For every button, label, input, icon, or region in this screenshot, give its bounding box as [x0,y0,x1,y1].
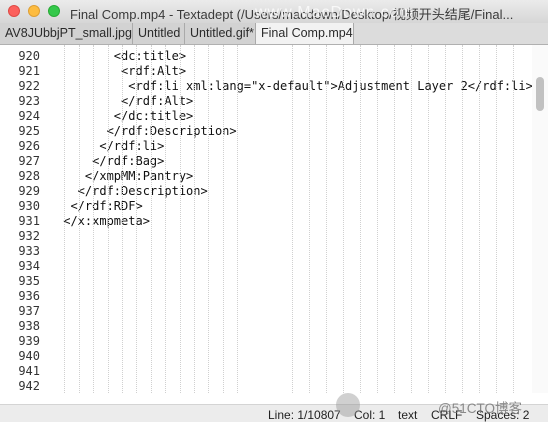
line-number: 938 [18,319,40,333]
indent-guide [136,45,137,393]
line-number: 921 [18,64,40,78]
column-guide [343,45,344,393]
column-guide [411,45,412,393]
code-line[interactable]: </xmpMM:Pantry> [56,169,193,184]
code-line[interactable]: </rdf:Description> [56,124,237,139]
tab-untitled[interactable]: Untitled [133,23,185,44]
code-line[interactable]: </rdf:li> [56,139,164,154]
column-guide [513,45,514,393]
line-number: 937 [18,304,40,318]
watermark-logo-icon [336,393,360,417]
column-guide [496,45,497,393]
code-line[interactable]: </rdf:Alt> [56,94,193,109]
line-number: 930 [18,199,40,213]
column-guide [377,45,378,393]
column-guide [428,45,429,393]
line-number: 922 [18,79,40,93]
title-bar: Final Comp.mp4 - Textadept (/Users/macdo… [0,0,548,24]
column-guide [394,45,395,393]
column-guide [292,45,293,393]
line-number: 924 [18,109,40,123]
line-number: 932 [18,229,40,243]
column-guide [309,45,310,393]
status-line: Line: 1/10807 [268,408,341,422]
indent-guide [208,45,209,393]
code-line[interactable]: </rdf:Bag> [56,154,164,169]
line-number: 928 [18,169,40,183]
column-guide [479,45,480,393]
line-number: 933 [18,244,40,258]
indent-guide [64,45,65,393]
indent-guide [180,45,181,393]
watermark-bottom: @51CTO博客 [336,391,546,422]
indent-guide [194,45,195,393]
line-number: 939 [18,334,40,348]
line-number: 925 [18,124,40,138]
line-number: 927 [18,154,40,168]
indent-guide [122,45,123,393]
code-area[interactable]: <dc:title> <rdf:Alt> <rdf:li xml:lang="x… [56,45,533,393]
vertical-scrollbar[interactable] [532,45,548,393]
tab-untitled-gif[interactable]: Untitled.gif* [185,23,256,44]
vertical-scroll-thumb[interactable] [536,77,544,111]
line-number: 936 [18,289,40,303]
editor-window: Final Comp.mp4 - Textadept (/Users/macdo… [0,0,548,422]
line-number: 941 [18,364,40,378]
tab-bar: AV8JUbbjPT_small.jpg Untitled Untitled.g… [0,23,548,45]
line-number: 935 [18,274,40,288]
indent-guide [108,45,109,393]
indent-guide [223,45,224,393]
line-number-gutter: 920 921 922 923 924 925 926 927 928 929 930 931 932 9… [0,45,56,393]
column-guide [462,45,463,393]
indent-guide [79,45,80,393]
indent-guide [237,45,238,393]
close-window-button[interactable] [8,5,20,17]
zoom-window-button[interactable] [48,5,60,17]
column-guide [326,45,327,393]
column-guide [445,45,446,393]
line-number: 923 [18,94,40,108]
code-line[interactable]: </rdf:RDF> [56,199,142,214]
line-number: 931 [18,214,40,228]
code-line[interactable]: </dc:title> [56,109,193,124]
line-number: 929 [18,184,40,198]
line-number: 920 [18,49,40,63]
indent-guide [151,45,152,393]
indent-guide [165,45,166,393]
column-guide [360,45,361,393]
minimize-window-button[interactable] [28,5,40,17]
tab-av8jubbjpt-small-jpg[interactable]: AV8JUbbjPT_small.jpg [0,23,133,44]
indent-guide [93,45,94,393]
line-number: 942 [18,379,40,393]
line-number: 926 [18,139,40,153]
line-number: 940 [18,349,40,363]
tab-final-comp-mp4[interactable]: Final Comp.mp4 [256,23,354,44]
watermark-bottom-text: @51CTO博客 [438,401,522,416]
watermark-top: www.MacDown.com [255,4,415,21]
line-number: 934 [18,259,40,273]
code-editor[interactable]: 920 921 922 923 924 925 926 927 928 929 930 931 932 9… [0,45,548,393]
